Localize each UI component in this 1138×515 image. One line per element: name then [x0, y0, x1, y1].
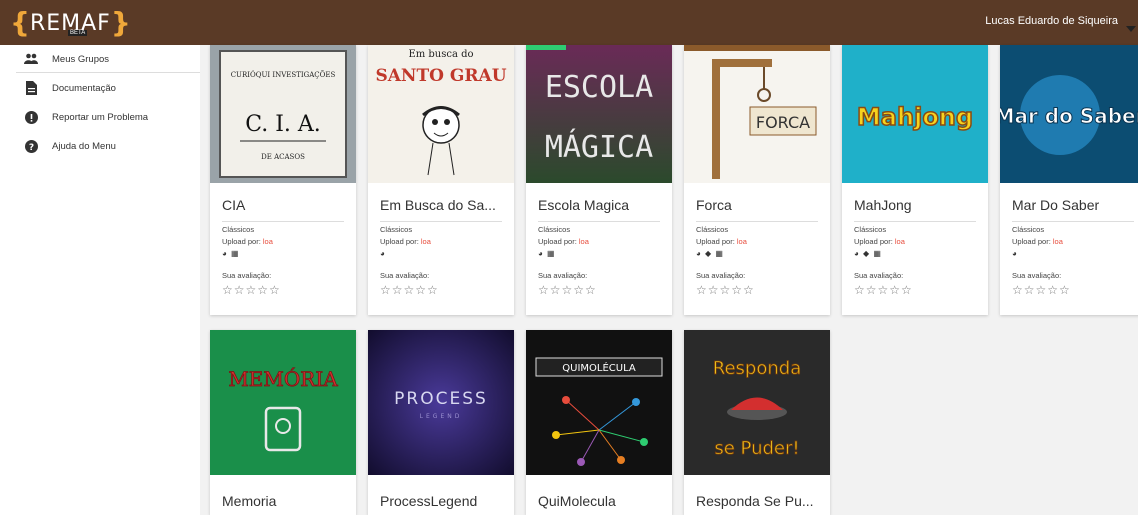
game-category: Clássicos	[222, 225, 255, 234]
svg-text:ESCOLA: ESCOLA	[545, 70, 653, 105]
star-rating[interactable]: ☆☆☆☆☆	[854, 283, 913, 297]
platform-icons: ◕ ◆ ▦	[854, 249, 882, 258]
svg-text:MÁGICA: MÁGICA	[545, 129, 653, 165]
sidebar: Meus Grupos Documentação Reportar um Pro…	[0, 45, 200, 515]
game-card-mar-do-saber[interactable]: Mar do Saber Mar Do Saber Clássicos Uplo…	[1000, 45, 1138, 315]
game-uploader: Upload por: loa	[1012, 237, 1063, 246]
svg-text:C. I. A.: C. I. A.	[245, 112, 321, 137]
game-card-escola-magica[interactable]: ESCOLA MÁGICA Escola Magica Clássicos Up…	[526, 45, 672, 315]
svg-text:Em busca do: Em busca do	[408, 49, 473, 60]
svg-text:Mahjong: Mahjong	[857, 103, 973, 131]
rating-label: Sua avaliação:	[380, 271, 430, 280]
sidebar-divider	[16, 72, 200, 73]
sidebar-item-label: Ajuda do Menu	[52, 140, 116, 152]
game-title[interactable]: QuiMolecula	[538, 493, 663, 509]
sidebar-item-label: Reportar um Problema	[52, 111, 149, 123]
game-card-responda[interactable]: Responda se Puder! Responda Se Pu...	[684, 330, 830, 515]
svg-text:QUIMOLÉCULA: QUIMOLÉCULA	[562, 361, 636, 374]
svg-text:SANTO GRAU: SANTO GRAU	[375, 66, 506, 86]
svg-text:DE ACASOS: DE ACASOS	[261, 153, 305, 161]
game-card-quimolecula[interactable]: QUIMOLÉCULA QuiMolecula	[526, 330, 672, 515]
game-title[interactable]: Responda Se Pu...	[696, 493, 821, 509]
svg-text:se Puder!: se Puder!	[714, 438, 799, 459]
game-thumbnail[interactable]: Mahjong	[842, 45, 988, 183]
game-title[interactable]: MahJong	[854, 197, 979, 213]
game-title[interactable]: ProcessLegend	[380, 493, 505, 509]
sidebar-item-documentacao[interactable]: Documentação	[0, 74, 200, 102]
platform-icons: ◕	[380, 249, 386, 258]
game-card-em-busca[interactable]: Em busca do SANTO GRAU Em Busca do Sa...…	[368, 45, 514, 315]
sidebar-item-label: Meus Grupos	[52, 53, 110, 65]
game-uploader: Upload por: loa	[854, 237, 905, 246]
game-category: Clássicos	[1012, 225, 1045, 234]
rating-label: Sua avaliação:	[696, 271, 746, 280]
game-card-processlegend[interactable]: PROCESS LEGEND ProcessLegend	[368, 330, 514, 515]
game-thumbnail[interactable]: PROCESS LEGEND	[368, 330, 514, 475]
svg-text:Responda: Responda	[713, 358, 801, 379]
game-thumbnail[interactable]: QUIMOLÉCULA	[526, 330, 672, 475]
game-category: Clássicos	[538, 225, 571, 234]
star-rating[interactable]: ☆☆☆☆☆	[696, 283, 755, 297]
help-icon: ?	[24, 139, 38, 153]
top-bar: { REMAF } BETA Lucas Eduardo de Siqueira	[0, 0, 1138, 45]
sidebar-item-meus-grupos[interactable]: Meus Grupos	[0, 45, 200, 73]
alert-icon	[24, 110, 38, 124]
star-rating[interactable]: ☆☆☆☆☆	[222, 283, 281, 297]
svg-text:Mar do Saber: Mar do Saber	[1000, 104, 1138, 128]
game-card-mahjong[interactable]: Mahjong MahJong Clássicos Upload por: lo…	[842, 45, 988, 315]
game-title[interactable]: Em Busca do Sa...	[380, 197, 505, 213]
document-icon	[24, 81, 38, 95]
star-rating[interactable]: ☆☆☆☆☆	[538, 283, 597, 297]
rating-label: Sua avaliação:	[1012, 271, 1062, 280]
platform-icons: ◕ ▦	[222, 249, 240, 258]
game-thumbnail[interactable]: MEMÓRIA	[210, 330, 356, 475]
svg-text:LEGEND: LEGEND	[420, 413, 463, 420]
game-title[interactable]: Forca	[696, 197, 821, 213]
game-category: Clássicos	[854, 225, 887, 234]
svg-text:PROCESS: PROCESS	[394, 389, 488, 409]
game-category: Clássicos	[696, 225, 729, 234]
sidebar-item-label: Documentação	[52, 82, 116, 94]
game-title[interactable]: Memoria	[222, 493, 347, 509]
svg-text:?: ?	[28, 143, 33, 153]
remaf-logo[interactable]: { REMAF } BETA	[10, 8, 131, 38]
beta-badge: BETA	[68, 30, 88, 36]
game-title[interactable]: Escola Magica	[538, 197, 663, 213]
star-rating[interactable]: ☆☆☆☆☆	[380, 283, 439, 297]
game-uploader: Upload por: loa	[222, 237, 273, 246]
user-name[interactable]: Lucas Eduardo de Siqueira	[985, 15, 1118, 27]
game-thumbnail[interactable]: Responda se Puder!	[684, 330, 830, 475]
platform-icons: ◕ ▦	[538, 249, 556, 258]
rating-label: Sua avaliação:	[854, 271, 904, 280]
game-card-cia[interactable]: CURIÓQUI INVESTIGAÇÕES C. I. A. DE ACASO…	[210, 45, 356, 315]
game-title[interactable]: Mar Do Saber	[1012, 197, 1137, 213]
game-uploader: Upload por: loa	[696, 237, 747, 246]
game-card-forca[interactable]: FORCA Forca Clássicos Upload por: loa ◕ …	[684, 45, 830, 315]
game-title[interactable]: CIA	[222, 197, 347, 213]
game-uploader: Upload por: loa	[538, 237, 589, 246]
star-rating[interactable]: ☆☆☆☆☆	[1012, 283, 1071, 297]
game-thumbnail[interactable]: CURIÓQUI INVESTIGAÇÕES C. I. A. DE ACASO…	[210, 45, 356, 183]
svg-text:FORCA: FORCA	[756, 113, 810, 132]
game-category: Clássicos	[380, 225, 413, 234]
game-thumbnail[interactable]: Em busca do SANTO GRAU	[368, 45, 514, 183]
user-menu-caret-icon[interactable]	[1126, 26, 1136, 32]
sidebar-item-reportar[interactable]: Reportar um Problema	[0, 103, 200, 131]
svg-text:CURIÓQUI INVESTIGAÇÕES: CURIÓQUI INVESTIGAÇÕES	[231, 70, 336, 79]
sidebar-item-ajuda[interactable]: ? Ajuda do Menu	[0, 132, 200, 160]
svg-text:MEMÓRIA: MEMÓRIA	[228, 366, 338, 391]
game-card-memoria[interactable]: MEMÓRIA Memoria	[210, 330, 356, 515]
platform-icons: ◕ ◆ ▦	[696, 249, 724, 258]
game-thumbnail[interactable]: ESCOLA MÁGICA	[526, 45, 672, 183]
game-uploader: Upload por: loa	[380, 237, 431, 246]
rating-label: Sua avaliação:	[538, 271, 588, 280]
game-thumbnail[interactable]: FORCA	[684, 45, 830, 183]
rating-label: Sua avaliação:	[222, 271, 272, 280]
group-icon	[24, 52, 38, 66]
platform-icons: ◕	[1012, 249, 1018, 258]
game-thumbnail[interactable]: Mar do Saber	[1000, 45, 1138, 183]
